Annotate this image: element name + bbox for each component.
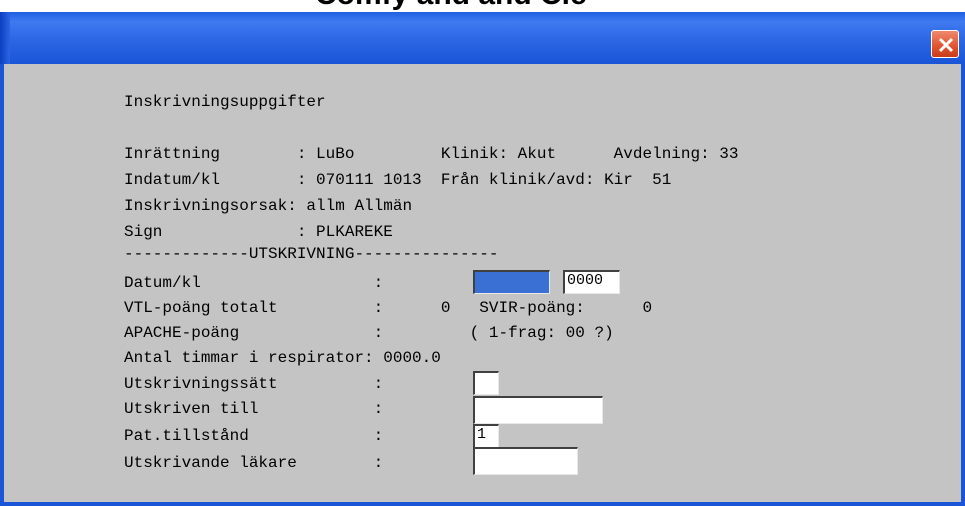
utskrivningssatt-field[interactable] — [473, 371, 499, 395]
close-icon — [938, 37, 954, 53]
inrattning-line: Inrättning : LuBo Klinik: Akut Avdelning… — [124, 145, 739, 163]
page-heading: Comfy and and Cie — [315, 0, 587, 12]
close-button[interactable] — [931, 30, 959, 58]
pat-tillstand-field[interactable]: 1 — [473, 424, 499, 448]
section-title: Inskrivningsuppgifter — [124, 93, 326, 111]
window-titlebar[interactable] — [0, 12, 965, 64]
pat-tillstand-label: Pat.tillstånd : — [124, 427, 384, 445]
utskrivning-separator: -------------UTSKRIVNING--------------- — [124, 245, 499, 263]
titlebar-edge — [0, 12, 10, 64]
window-bottom-edge — [0, 502, 965, 506]
time-field[interactable]: 0000 — [563, 270, 620, 294]
apache-line: APACHE-poäng : ( 1-frag: 00 ?) — [124, 324, 614, 342]
inskrivningsorsak-line: Inskrivningsorsak: allm Allmän — [124, 197, 413, 215]
indatum-line: Indatum/kl : 070111 1013 Från klinik/avd… — [124, 171, 672, 189]
utskrivningssatt-label: Utskrivningssätt : — [124, 375, 384, 393]
sign-line: Sign : PLKAREKE — [124, 223, 393, 241]
page-heading-strip: Comfy and and Cie — [0, 0, 965, 12]
vtl-line: VTL-poäng totalt : 0 SVIR-poäng: 0 — [124, 299, 653, 317]
datum-field[interactable] — [473, 270, 550, 294]
utskrivande-lakare-label: Utskrivande läkare : — [124, 454, 384, 472]
datum-label: Datum/kl : — [124, 274, 384, 292]
respirator-line: Antal timmar i respirator: 0000.0 — [124, 349, 441, 367]
utskriven-till-label: Utskriven till : — [124, 400, 384, 418]
utskriven-till-field[interactable] — [473, 396, 603, 424]
utskrivande-lakare-field[interactable] — [473, 447, 578, 475]
